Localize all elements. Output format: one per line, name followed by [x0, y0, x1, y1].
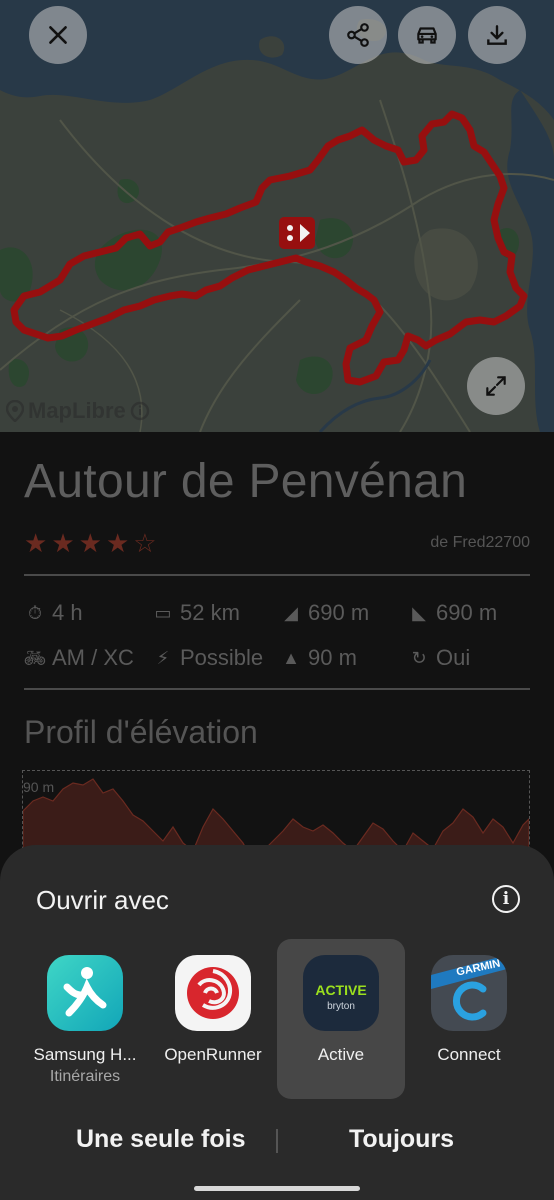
- stat-descent: ◣ 690 m: [408, 600, 497, 626]
- stat-practice: 🚲︎ AM / XC: [24, 645, 134, 671]
- sheet-actions: Une seule fois Toujours: [0, 1125, 554, 1161]
- info-icon: i: [502, 889, 510, 909]
- gesture-nav-bar[interactable]: [194, 1186, 360, 1191]
- ruler-icon: ▭: [154, 602, 172, 623]
- clock-icon: ⏱: [27, 602, 43, 623]
- star-filled-icon: ★: [105, 528, 130, 558]
- divider: [24, 574, 530, 576]
- screen: MapLibre Autour de Penvénan ★ ★ ★ ★ ☆ de…: [0, 0, 554, 1200]
- stat-value: AM / XC: [52, 645, 134, 670]
- mtb-icon: 🚲︎: [23, 647, 47, 668]
- always-button[interactable]: Toujours: [349, 1125, 454, 1154]
- samsung-health-icon: [47, 955, 123, 1031]
- download-button[interactable]: [468, 6, 526, 64]
- app-openrunner[interactable]: OpenRunner: [149, 939, 277, 1099]
- active-logo-sub: bryton: [327, 1001, 355, 1012]
- expand-icon: [486, 376, 506, 396]
- route-title: Autour de Penvénan: [24, 455, 468, 508]
- app-samsung-health[interactable]: Samsung H... Itinéraires: [21, 939, 149, 1099]
- descent-icon: ◣: [412, 602, 426, 623]
- app-label: OpenRunner: [164, 1045, 262, 1064]
- map-tiles: [0, 0, 554, 432]
- action-divider: [276, 1129, 278, 1153]
- stat-value: 690 m: [308, 600, 370, 625]
- share-button[interactable]: [329, 6, 387, 64]
- app-sublabel: Itinéraires: [49, 1068, 121, 1085]
- download-icon: [487, 25, 507, 45]
- max-altitude-icon: ▲: [282, 647, 300, 668]
- map-pin-icon: [6, 400, 24, 422]
- app-label: Samsung H...: [33, 1045, 137, 1064]
- app-list: Samsung H... Itinéraires OpenRunner ACTI…: [0, 939, 554, 1101]
- expand-map-button[interactable]: [467, 357, 525, 415]
- maplibre-label: MapLibre: [28, 398, 126, 423]
- star-empty-icon: ☆: [133, 528, 157, 558]
- app-label: Active: [317, 1045, 365, 1064]
- share-icon: [347, 23, 369, 47]
- stat-loop: ↻ Oui: [408, 645, 470, 671]
- stat-value: 690 m: [436, 600, 498, 625]
- bryton-active-icon: ACTIVE bryton: [303, 955, 379, 1031]
- stat-ebike: ⚡ Possible: [152, 645, 263, 671]
- open-with-sheet: Ouvrir avec i Samsung H... Itinéraires O…: [0, 845, 554, 1200]
- stat-value: Oui: [436, 645, 471, 670]
- ascent-icon: ◢: [284, 602, 298, 623]
- openrunner-icon: [175, 955, 251, 1031]
- star-filled-icon: ★: [24, 528, 48, 558]
- garmin-connect-icon: GARMIN: [431, 955, 507, 1031]
- ebike-icon: ⚡: [156, 647, 170, 668]
- loop-icon: ↻: [411, 647, 427, 668]
- route-author[interactable]: de Fred22700: [430, 534, 530, 552]
- car-icon: [417, 27, 437, 44]
- close-icon: [49, 26, 67, 44]
- stat-distance: ▭ 52 km: [152, 600, 240, 626]
- info-button[interactable]: i: [492, 885, 520, 913]
- stat-max-altitude: ▲ 90 m: [280, 645, 357, 671]
- active-logo-text: ACTIVE: [315, 982, 366, 998]
- app-active[interactable]: ACTIVE bryton Active: [277, 939, 405, 1099]
- route-map[interactable]: MapLibre: [0, 0, 554, 432]
- stat-value: 90 m: [308, 645, 357, 670]
- car-button[interactable]: [398, 6, 456, 64]
- rating-stars: ★ ★ ★ ★ ☆: [24, 530, 157, 556]
- close-button[interactable]: [29, 6, 87, 64]
- just-once-button[interactable]: Une seule fois: [76, 1125, 246, 1154]
- stat-value: Possible: [180, 645, 264, 670]
- elevation-profile-title: Profil d'élévation: [24, 714, 258, 750]
- star-filled-icon: ★: [78, 528, 102, 558]
- maplibre-attribution[interactable]: MapLibre: [6, 398, 150, 424]
- attribution-info-icon[interactable]: [130, 401, 150, 421]
- app-garmin-connect[interactable]: GARMIN Connect: [405, 939, 533, 1099]
- star-filled-icon: ★: [51, 528, 75, 558]
- stat-duration: ⏱ 4 h: [24, 600, 83, 626]
- divider: [24, 688, 530, 690]
- sheet-title: Ouvrir avec: [36, 885, 169, 915]
- app-label: Connect: [437, 1045, 501, 1064]
- stat-value: 4 h: [52, 600, 83, 625]
- stat-ascent: ◢ 690 m: [280, 600, 369, 626]
- stat-value: 52 km: [180, 600, 240, 625]
